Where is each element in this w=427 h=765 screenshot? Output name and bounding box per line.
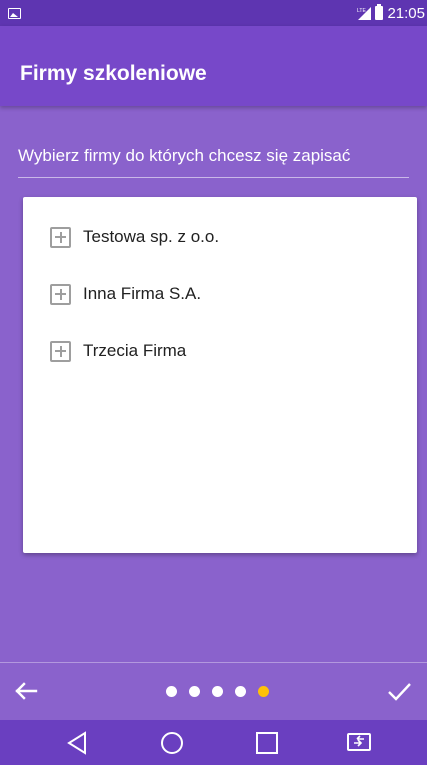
page-dot [212,686,223,697]
company-item-trzecia-firma[interactable]: Trzecia Firma [50,339,219,363]
page-dot-active [258,686,269,697]
signal-icon: LTE [357,7,372,20]
company-list: Testowa sp. z o.o. Inna Firma S.A. Trzec… [50,225,219,396]
recents-square-icon[interactable] [254,730,280,756]
clock: 21:05 [387,4,425,22]
page-indicator [166,686,269,697]
plus-box-icon[interactable] [50,340,71,362]
status-bar: LTE 21:05 [0,0,427,26]
wizard-bottom-bar [0,662,427,720]
company-list-card: Testowa sp. z o.o. Inna Firma S.A. Trzec… [23,197,417,553]
plus-box-icon[interactable] [50,283,71,305]
page-dot [189,686,200,697]
system-nav-bar [0,720,427,765]
plus-box-icon[interactable] [50,226,71,248]
company-item-testowa[interactable]: Testowa sp. z o.o. [50,225,219,249]
company-label: Testowa sp. z o.o. [83,227,220,246]
page-title: Firmy szkoleniowe [20,62,207,85]
check-icon[interactable] [385,677,413,705]
network-type-label: LTE [357,8,366,14]
page-dot [235,686,246,697]
picture-icon [8,7,21,19]
screen-switch-icon[interactable] [346,730,372,756]
company-item-inna-firma[interactable]: Inna Firma S.A. [50,282,219,306]
company-label: Inna Firma S.A. [83,284,202,303]
company-label: Trzecia Firma [83,341,187,360]
arrow-left-icon[interactable] [12,677,40,705]
back-triangle-icon[interactable] [65,730,91,756]
main-content: Wybierz firmy do których chcesz się zapi… [0,106,427,662]
page-dot [166,686,177,697]
app-bar: Firmy szkoleniowe [0,26,427,106]
instruction-text: Wybierz firmy do których chcesz się zapi… [18,144,409,178]
battery-icon [375,4,384,20]
home-circle-icon[interactable] [159,730,185,756]
